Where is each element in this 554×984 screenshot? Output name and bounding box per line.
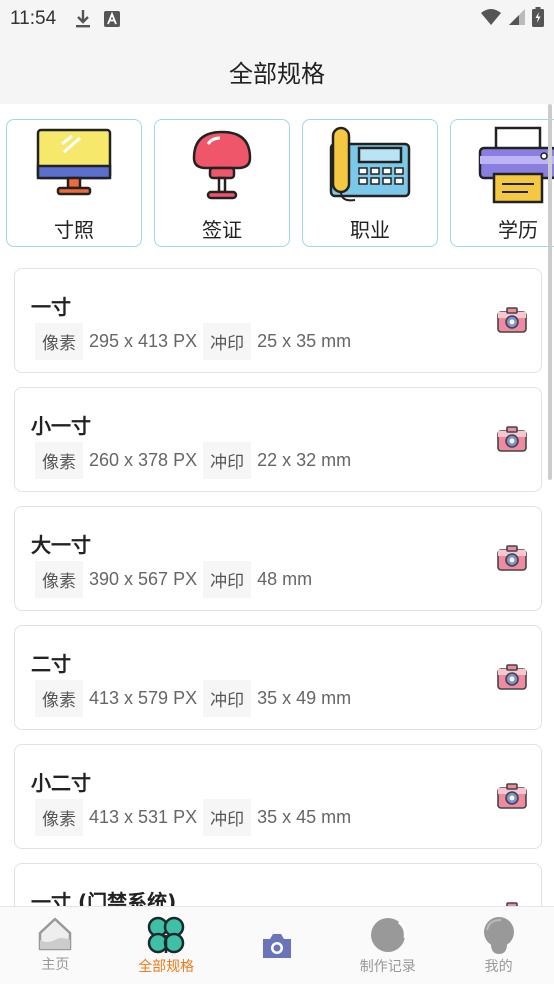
spec-card[interactable]: 一寸 (门禁系统) [14, 863, 542, 906]
camera-icon[interactable] [497, 545, 527, 575]
wifi-icon [480, 8, 502, 30]
print-value: 48 mm [257, 569, 313, 589]
pixel-tag: 像素 [35, 680, 83, 717]
pixel-tag: 像素 [35, 442, 83, 479]
home-icon [39, 917, 72, 951]
spec-details: 像素 390 x 567 PX 冲印 48 mm [35, 561, 318, 598]
camera-icon[interactable] [497, 783, 527, 813]
tab-home[interactable]: 主页 [0, 907, 111, 984]
category-label: 寸照 [54, 218, 94, 242]
category-education[interactable]: 学历 [450, 119, 554, 247]
category-visa[interactable]: 签证 [154, 119, 290, 247]
camera-icon[interactable] [497, 307, 527, 337]
spec-card[interactable]: 二寸像素 413 x 579 PX 冲印 35 x 49 mm [14, 625, 542, 730]
spec-card[interactable]: 大一寸像素 390 x 567 PX 冲印 48 mm [14, 506, 542, 611]
pixel-tag: 像素 [35, 323, 83, 360]
spec-name: 一寸 [31, 295, 71, 319]
spec-card[interactable]: 一寸像素 295 x 413 PX 冲印 25 x 35 mm [14, 268, 542, 373]
tab-label: 全部规格 [138, 959, 195, 975]
spec-card[interactable]: 小二寸像素 413 x 531 PX 冲印 35 x 45 mm [14, 744, 542, 849]
category-id-photo[interactable]: 寸照 [6, 119, 142, 247]
spec-name: 一寸 (门禁系统) [31, 890, 177, 906]
title-bar: 全部规格 [0, 38, 554, 104]
printer-icon [478, 126, 554, 204]
tab-all-specs[interactable]: 全部规格 [111, 907, 222, 984]
spec-details: 像素 413 x 579 PX 冲印 35 x 49 mm [35, 680, 357, 717]
pixel-tag: 像素 [35, 799, 83, 836]
signal-icon [508, 8, 526, 30]
bottom-tab-bar: 主页 全部规格 制作记录 我的 [0, 906, 554, 984]
tab-records[interactable]: 制作记录 [332, 907, 443, 984]
chair-icon [192, 130, 252, 200]
spec-name: 小一寸 [31, 414, 91, 438]
tab-camera[interactable] [222, 907, 333, 984]
tab-profile[interactable]: 我的 [443, 907, 554, 984]
spec-details: 像素 260 x 378 PX 冲印 22 x 32 mm [35, 442, 357, 479]
scrollbar[interactable] [548, 104, 552, 480]
category-label: 学历 [498, 218, 538, 242]
telephone-icon [329, 126, 411, 202]
camera-icon [262, 934, 291, 958]
spec-details: 像素 413 x 531 PX 冲印 35 x 45 mm [35, 799, 357, 836]
category-row[interactable]: 寸照 签证 职业 学历 [6, 119, 554, 247]
pixel-value: 413 x 531 PX [89, 807, 198, 827]
print-value: 35 x 49 mm [257, 688, 352, 708]
status-bar: 11:54 [0, 0, 554, 38]
history-icon [370, 918, 407, 952]
camera-icon[interactable] [497, 664, 527, 694]
spec-name: 大一寸 [31, 533, 91, 557]
spec-details: 像素 295 x 413 PX 冲印 25 x 35 mm [35, 323, 357, 360]
keyboard-a-icon [104, 11, 121, 27]
print-tag: 冲印 [203, 799, 252, 836]
camera-icon[interactable] [497, 426, 527, 456]
tab-label: 我的 [484, 959, 513, 975]
print-value: 35 x 45 mm [257, 807, 352, 827]
battery-icon [532, 7, 544, 31]
main-content[interactable]: 寸照 签证 职业 学历 一寸 像素 295 x 413 PX 冲印 25 x 3… [0, 104, 554, 906]
spec-name: 小二寸 [31, 771, 91, 795]
spec-name: 二寸 [31, 652, 71, 676]
category-label: 签证 [202, 218, 242, 242]
pixel-value: 295 x 413 PX [89, 331, 198, 351]
spec-card[interactable]: 小一寸像素 260 x 378 PX 冲印 22 x 32 mm [14, 387, 542, 492]
category-profession[interactable]: 职业 [302, 119, 438, 247]
page-title: 全部规格 [229, 59, 325, 88]
category-label: 职业 [350, 218, 390, 242]
tab-label: 主页 [41, 957, 70, 973]
download-icon [74, 9, 92, 29]
print-tag: 冲印 [203, 442, 252, 479]
tab-label: 制作记录 [359, 959, 416, 975]
pixel-tag: 像素 [35, 561, 83, 598]
pixel-value: 413 x 579 PX [89, 688, 198, 708]
status-time: 11:54 [10, 8, 57, 29]
print-tag: 冲印 [203, 561, 252, 598]
monitor-icon [36, 128, 112, 196]
print-value: 25 x 35 mm [257, 331, 352, 351]
pixel-value: 390 x 567 PX [89, 569, 198, 589]
print-tag: 冲印 [203, 323, 252, 360]
print-tag: 冲印 [203, 680, 252, 717]
pixel-value: 260 x 378 PX [89, 450, 198, 470]
print-value: 22 x 32 mm [257, 450, 352, 470]
clover-icon [147, 916, 185, 954]
spec-list[interactable]: 一寸 像素 295 x 413 PX 冲印 25 x 35 mm 小一寸 像素 260 x 3… [14, 268, 542, 906]
profile-icon [483, 917, 514, 954]
